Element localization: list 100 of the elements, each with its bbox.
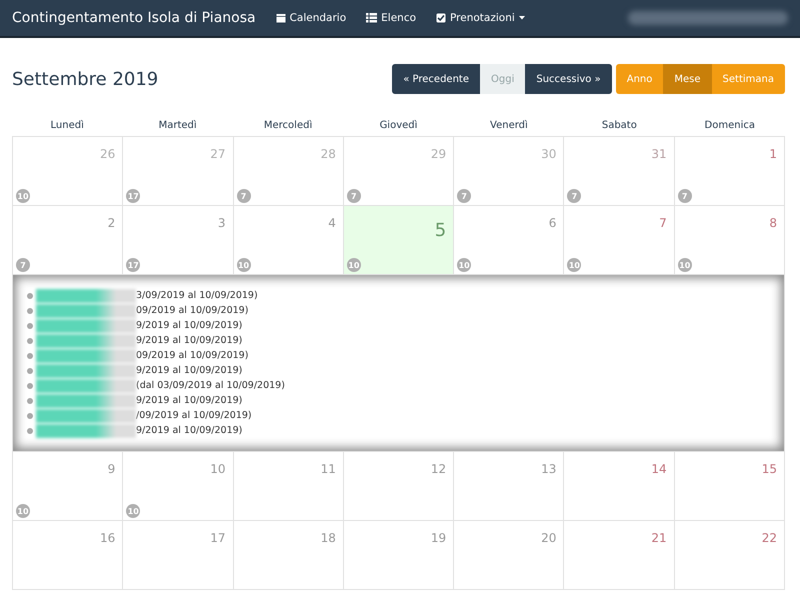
count-badge: 10: [16, 189, 30, 203]
day-cell[interactable]: 12: [344, 452, 454, 521]
day-number: 18: [320, 531, 336, 545]
weekday-header: Mercoledì: [262, 119, 314, 133]
nav-button[interactable]: « Precedente: [392, 64, 480, 94]
day-number: 17: [210, 531, 226, 545]
count-badge: 7: [567, 189, 582, 203]
day-cell[interactable]: 31 7: [564, 137, 675, 206]
day-number: 5: [434, 220, 446, 241]
day-cell[interactable]: 8 10: [674, 206, 785, 275]
day-cell[interactable]: 9 10: [13, 452, 124, 521]
view-button[interactable]: Settimana: [712, 64, 785, 94]
day-number: 11: [320, 462, 336, 476]
event-item[interactable]: 9/2019 al 10/09/2019): [136, 395, 242, 406]
bullet-icon: [27, 368, 33, 374]
day-cell[interactable]: 6 10: [454, 206, 564, 275]
event-item[interactable]: (dal 03/09/2019 al 10/09/2019): [136, 380, 285, 391]
day-number: 9: [108, 462, 116, 476]
day-number: 1: [769, 147, 777, 161]
count-badge: 10: [236, 258, 251, 272]
weekday-header: Martedì: [158, 119, 198, 133]
day-number: 19: [430, 531, 446, 545]
day-cell[interactable]: 18: [234, 521, 344, 590]
count-badge: 10: [126, 504, 140, 518]
event-item[interactable]: 9/2019 al 10/09/2019): [136, 335, 242, 346]
bullet-icon: [27, 308, 33, 314]
bullet-icon: [27, 352, 33, 358]
event-item[interactable]: 9/2019 al 10/09/2019): [136, 425, 242, 436]
day-number: 2: [108, 216, 116, 230]
day-cell[interactable]: 20: [454, 521, 564, 590]
event-item[interactable]: 09/2019 al 10/09/2019): [136, 350, 248, 361]
count-badge: 10: [567, 258, 582, 272]
day-number: 13: [541, 462, 556, 476]
count-badge: 7: [236, 189, 251, 203]
view-button[interactable]: Anno: [616, 64, 664, 94]
day-cell[interactable]: 27 17: [123, 137, 234, 206]
day-cell[interactable]: 14: [564, 452, 675, 521]
bullet-icon: [27, 338, 33, 344]
day-cell[interactable]: 30 7: [454, 137, 564, 206]
day-cell[interactable]: 5 10: [344, 206, 454, 275]
day-number: 16: [100, 531, 116, 545]
checkbox-icon: [436, 13, 446, 23]
bullet-icon: [27, 412, 33, 418]
day-cell[interactable]: 7 10: [564, 206, 675, 275]
nav-link[interactable]: Calendario: [276, 12, 346, 24]
day-cell[interactable]: 2 7: [13, 206, 124, 275]
day-number: 6: [548, 216, 556, 230]
day-number: 14: [651, 462, 667, 476]
count-badge: 10: [16, 504, 30, 518]
count-badge: 17: [126, 258, 140, 272]
nav-button[interactable]: Successivo »: [525, 64, 612, 94]
day-number: 8: [769, 216, 777, 230]
count-badge: 7: [16, 258, 30, 272]
bullet-icon: [27, 292, 33, 298]
nav-button[interactable]: Oggi: [480, 64, 526, 94]
day-number: 10: [210, 462, 226, 476]
day-number: 29: [430, 147, 446, 161]
day-cell[interactable]: 10 10: [123, 452, 234, 521]
day-cell[interactable]: 28 7: [234, 137, 344, 206]
day-cell[interactable]: 22: [674, 521, 785, 590]
calendar-icon: [276, 13, 286, 23]
day-cell[interactable]: 16: [13, 521, 124, 590]
day-cell[interactable]: 11: [234, 452, 344, 521]
event-item[interactable]: 9/2019 al 10/09/2019): [136, 365, 242, 376]
weekday-header: Venerdì: [489, 119, 529, 133]
weekday-header: Giovedì: [378, 119, 418, 133]
day-cell[interactable]: 17: [123, 521, 234, 590]
day-cell[interactable]: 4 10: [234, 206, 344, 275]
day-cell[interactable]: 13: [454, 452, 564, 521]
day-number: 27: [210, 147, 226, 161]
day-number: 31: [651, 147, 667, 161]
day-cell[interactable]: 26 10: [13, 137, 124, 206]
brand-title[interactable]: Contingentamento Isola di Pianosa: [12, 10, 256, 26]
event-item[interactable]: 09/2019 al 10/09/2019): [136, 305, 248, 316]
day-cell[interactable]: 15: [674, 452, 785, 521]
event-item[interactable]: 9/2019 al 10/09/2019): [136, 320, 242, 331]
day-cell[interactable]: 21: [564, 521, 675, 590]
day-cell[interactable]: 1 7: [674, 137, 785, 206]
day-cell[interactable]: 19: [344, 521, 454, 590]
day-number: 12: [430, 462, 446, 476]
day-number: 3: [218, 216, 226, 230]
day-number: 20: [541, 531, 556, 545]
nav-link[interactable]: Prenotazioni: [436, 12, 525, 24]
day-number: 4: [328, 216, 336, 230]
day-number: 30: [541, 147, 556, 161]
event-item[interactable]: /09/2019 al 10/09/2019): [136, 410, 252, 421]
event-item[interactable]: 3/09/2019 al 10/09/2019): [136, 290, 258, 301]
weekday-header: Domenica: [704, 119, 756, 133]
weekday-header: Sabato: [600, 119, 638, 133]
count-badge: 10: [346, 258, 361, 272]
view-button[interactable]: Mese: [663, 64, 712, 94]
list-icon: [366, 13, 378, 23]
day-cell[interactable]: 3 17: [123, 206, 234, 275]
bullet-icon: [27, 322, 33, 328]
bullet-icon: [27, 398, 33, 404]
day-cell[interactable]: 29 7: [344, 137, 454, 206]
day-number: 26: [100, 147, 116, 161]
nav-link[interactable]: Elenco: [366, 12, 416, 24]
count-badge: 7: [457, 189, 472, 203]
count-badge: 10: [678, 258, 692, 272]
